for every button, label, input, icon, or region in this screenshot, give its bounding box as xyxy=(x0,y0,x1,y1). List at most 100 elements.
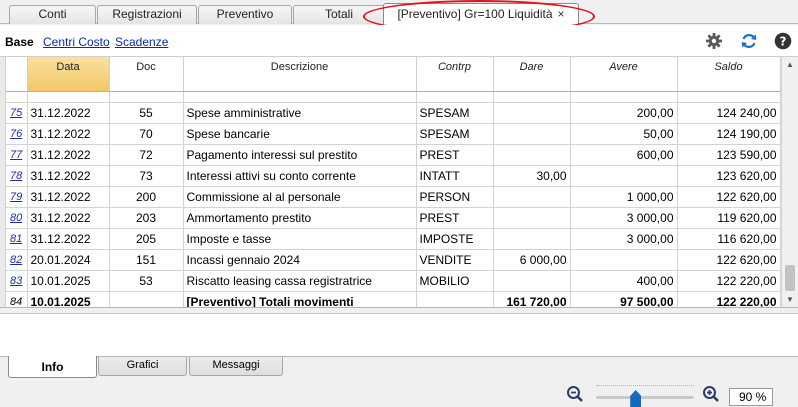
tab-grafici[interactable]: Grafici xyxy=(98,357,187,376)
row-number[interactable]: 84 xyxy=(6,291,28,307)
cell-avere[interactable]: 400,00 xyxy=(570,270,678,292)
table-row[interactable]: 77 31.12.2022 72 Pagamento interessi sul pr… xyxy=(6,144,781,166)
cell-dare[interactable] xyxy=(493,186,571,208)
cell-contrp[interactable]: PERSON xyxy=(416,186,494,208)
refresh-icon[interactable] xyxy=(740,32,758,50)
cell-saldo[interactable]: 122 220,00 xyxy=(677,291,781,307)
cell-dare[interactable] xyxy=(493,123,571,145)
cell-contrp[interactable] xyxy=(416,291,494,307)
cell-descrizione[interactable]: Ammortamento prestito xyxy=(183,207,417,229)
row-number[interactable]: 77 xyxy=(6,144,28,166)
col-header-dare[interactable]: Dare xyxy=(493,57,571,92)
cell-contrp[interactable]: VENDITE xyxy=(416,249,494,271)
table-row-total[interactable]: 84 10.01.2025 [Preventivo] Totali moviment… xyxy=(6,291,781,307)
scroll-down-icon[interactable]: ▼ xyxy=(782,292,798,307)
table-row[interactable]: 79 31.12.2022 200 Commissione al al persona… xyxy=(6,186,781,208)
cell-data[interactable]: 31.12.2022 xyxy=(27,144,110,166)
cell-data[interactable]: 20.01.2024 xyxy=(27,249,110,271)
cell-saldo[interactable]: 124 240,00 xyxy=(677,102,781,124)
cell-dare[interactable]: 30,00 xyxy=(493,165,571,187)
col-header-saldo[interactable]: Saldo xyxy=(677,57,781,92)
cell-contrp[interactable]: PREST xyxy=(416,144,494,166)
cell-avere[interactable] xyxy=(570,249,678,271)
scroll-up-icon[interactable]: ▲ xyxy=(782,57,798,73)
cell-contrp[interactable]: SPESAM xyxy=(416,123,494,145)
cell-saldo[interactable]: 116 620,00 xyxy=(677,228,781,250)
cell-descrizione[interactable]: Imposte e tasse xyxy=(183,228,417,250)
row-number[interactable]: 81 xyxy=(6,228,28,250)
cell-data[interactable]: 31.12.2022 xyxy=(27,102,110,124)
col-header-avere[interactable]: Avere xyxy=(570,57,678,92)
row-number[interactable]: 83 xyxy=(6,270,28,292)
row-number[interactable]: 75 xyxy=(6,102,28,124)
cell-dare[interactable] xyxy=(493,102,571,124)
cell-descrizione[interactable]: Incassi gennaio 2024 xyxy=(183,249,417,271)
cell-avere[interactable]: 200,00 xyxy=(570,102,678,124)
row-number[interactable]: 79 xyxy=(6,186,28,208)
cell-avere[interactable]: 50,00 xyxy=(570,123,678,145)
view-scadenze[interactable]: Scadenze xyxy=(115,35,168,49)
cell-dare[interactable]: 161 720,00 xyxy=(493,291,571,307)
zoom-value[interactable]: 90 % xyxy=(729,388,773,406)
cell-doc[interactable]: 70 xyxy=(109,123,184,145)
cell-contrp[interactable]: PREST xyxy=(416,207,494,229)
cell-saldo[interactable]: 122 220,00 xyxy=(677,270,781,292)
table-row[interactable]: 82 20.01.2024 151 Incassi gennaio 2024 VENDI… xyxy=(6,249,781,271)
cell-contrp[interactable]: MOBILIO xyxy=(416,270,494,292)
cell-contrp[interactable]: INTATT xyxy=(416,165,494,187)
table-row[interactable]: 76 31.12.2022 70 Spese bancarie SPESAM 50,00 1… xyxy=(6,123,781,145)
table-row[interactable]: 83 10.01.2025 53 Riscatto leasing cassa reg… xyxy=(6,270,781,292)
cell-avere[interactable]: 3 000,00 xyxy=(570,228,678,250)
row-number[interactable]: 82 xyxy=(6,249,28,271)
view-base[interactable]: Base xyxy=(5,35,34,49)
table-row[interactable]: 80 31.12.2022 203 Ammortamento prestito PRES… xyxy=(6,207,781,229)
view-centri-costo[interactable]: Centri Costo xyxy=(43,35,110,49)
cell-avere[interactable]: 600,00 xyxy=(570,144,678,166)
cell-avere[interactable]: 97 500,00 xyxy=(570,291,678,307)
cell-data[interactable]: 10.01.2025 xyxy=(27,291,110,307)
cell-descrizione[interactable]: [Preventivo] Totali movimenti xyxy=(183,291,417,307)
tab-conti[interactable]: Conti xyxy=(9,5,96,24)
zoom-in-icon[interactable] xyxy=(702,385,720,403)
cell-contrp[interactable]: IMPOSTE xyxy=(416,228,494,250)
zoom-out-icon[interactable] xyxy=(566,385,584,403)
cell-doc[interactable]: 72 xyxy=(109,144,184,166)
help-icon[interactable]: ? xyxy=(774,32,792,50)
cell-doc[interactable]: 151 xyxy=(109,249,184,271)
cell-doc[interactable]: 53 xyxy=(109,270,184,292)
table-row[interactable]: 75 31.12.2022 55 Spese amministrative SPESAM… xyxy=(6,102,781,124)
tab-info[interactable]: Info xyxy=(8,356,97,378)
cell-descrizione[interactable]: Interessi attivi su conto corrente xyxy=(183,165,417,187)
cell-dare[interactable]: 6 000,00 xyxy=(493,249,571,271)
col-header-contrp[interactable]: Contrp xyxy=(416,57,494,92)
cell-dare[interactable] xyxy=(493,228,571,250)
cell-descrizione[interactable]: Riscatto leasing cassa registratrice xyxy=(183,270,417,292)
cell-saldo[interactable]: 122 620,00 xyxy=(677,249,781,271)
cell-data[interactable]: 31.12.2022 xyxy=(27,207,110,229)
cell-data[interactable]: 31.12.2022 xyxy=(27,123,110,145)
col-header-descrizione[interactable]: Descrizione xyxy=(183,57,417,92)
cell-data[interactable]: 10.01.2025 xyxy=(27,270,110,292)
cell-contrp[interactable]: SPESAM xyxy=(416,102,494,124)
cell-doc[interactable]: 203 xyxy=(109,207,184,229)
row-number[interactable]: 78 xyxy=(6,165,28,187)
row-number[interactable]: 80 xyxy=(6,207,28,229)
cell-saldo[interactable]: 123 620,00 xyxy=(677,165,781,187)
zoom-slider-thumb[interactable] xyxy=(630,390,642,407)
cell-saldo[interactable]: 122 620,00 xyxy=(677,186,781,208)
cell-doc[interactable]: 200 xyxy=(109,186,184,208)
cell-avere[interactable]: 1 000,00 xyxy=(570,186,678,208)
cell-descrizione[interactable]: Spese bancarie xyxy=(183,123,417,145)
cell-doc[interactable]: 55 xyxy=(109,102,184,124)
cell-doc[interactable]: 73 xyxy=(109,165,184,187)
cell-saldo[interactable]: 119 620,00 xyxy=(677,207,781,229)
vertical-scrollbar[interactable]: ▲ ▼ xyxy=(781,57,798,307)
cell-descrizione[interactable]: Commissione al al personale xyxy=(183,186,417,208)
zoom-slider[interactable] xyxy=(596,396,694,399)
cell-avere[interactable]: 3 000,00 xyxy=(570,207,678,229)
tab-messaggi[interactable]: Messaggi xyxy=(189,357,283,376)
cell-descrizione[interactable]: Spese amministrative xyxy=(183,102,417,124)
row-number[interactable]: 76 xyxy=(6,123,28,145)
cell-doc[interactable]: 205 xyxy=(109,228,184,250)
cell-saldo[interactable]: 124 190,00 xyxy=(677,123,781,145)
